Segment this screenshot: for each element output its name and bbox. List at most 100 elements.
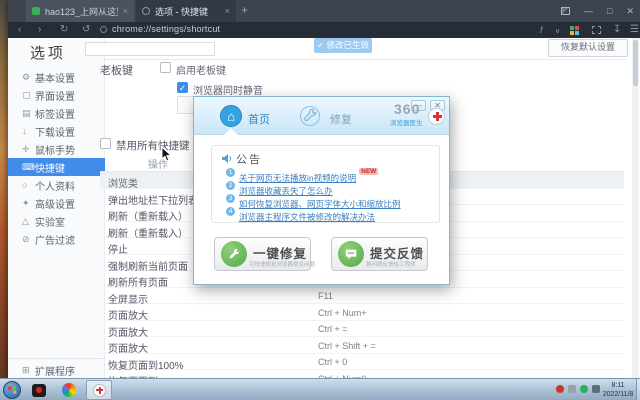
- sidebar-item-mouse-gestures[interactable]: ✛ 鼠标手势: [8, 140, 105, 158]
- tray-volume-icon[interactable]: [592, 385, 600, 393]
- disable-all-shortcuts-label[interactable]: 禁用所有快捷键: [116, 138, 190, 153]
- mouse-cursor: [161, 146, 173, 162]
- announcement-number-badge: 2: [226, 181, 235, 190]
- mute-browser-checkbox[interactable]: ✓: [177, 82, 188, 93]
- color-wheel-icon: [62, 383, 76, 397]
- sidebar-item-lab[interactable]: △ 实验室: [8, 212, 105, 230]
- profile-icon: ○: [22, 180, 28, 190]
- caret-down-icon[interactable]: ∨: [555, 25, 560, 39]
- submit-feedback-button[interactable]: 提交反馈 将问题反馈给工程师: [331, 237, 428, 271]
- tab-hao123[interactable]: hao123_上网从这里开始 ×: [26, 0, 134, 22]
- red-cross-icon: [428, 108, 445, 125]
- sidebar-item-basic-settings[interactable]: ⚙ 基本设置: [8, 68, 105, 86]
- start-button[interactable]: [3, 381, 21, 399]
- mute-browser-label[interactable]: 浏览器同时静音: [193, 82, 263, 97]
- taskbar-app-browser[interactable]: [56, 380, 82, 400]
- hao123-favicon-icon: [32, 7, 40, 15]
- settings-sidebar: 选项 ⚙ 基本设置 ▢ 界面设置 ▤ 标签设置 ↓ 下载设置 ✛ 鼠标手势 ⌨ 快捷键 ○ 个人资料 ✦ 高级…: [8, 38, 105, 378]
- sidebar-item-shortcut-keys[interactable]: ⌨ 快捷键: [8, 158, 105, 176]
- dialog-tab-repair[interactable]: 修复: [330, 111, 352, 127]
- sidebar-item-tab-settings[interactable]: ▤ 标签设置: [8, 104, 105, 122]
- browser-window: hao123_上网从这里开始 × 选项 - 快捷键 × + — □ ✕ ‹ › …: [8, 0, 640, 378]
- taskbar-clock[interactable]: 8:11 2022/11/8: [600, 381, 636, 399]
- sidebar-item-profile[interactable]: ○ 个人资料: [8, 176, 105, 194]
- sidebar-item-label: 个人资料: [35, 181, 75, 193]
- refresh-icon[interactable]: ↻: [60, 23, 68, 37]
- forward-icon[interactable]: ›: [38, 23, 41, 37]
- skin-icon[interactable]: [561, 7, 571, 15]
- windows-flag-icon: [7, 385, 17, 395]
- url-text[interactable]: chrome://settings/shortcut: [112, 24, 220, 34]
- window-close-button[interactable]: ✕: [626, 6, 634, 17]
- sidebar-item-label: 广告过滤: [35, 235, 75, 247]
- window-maximize-button[interactable]: □: [607, 6, 612, 16]
- enable-boss-key-label[interactable]: 启用老板键: [176, 62, 226, 77]
- tab-options-shortcut[interactable]: 选项 - 快捷键 ×: [136, 0, 236, 22]
- window-minimize-button[interactable]: —: [584, 6, 593, 16]
- download-icon[interactable]: ↧: [613, 23, 621, 37]
- system-tray[interactable]: [556, 385, 600, 393]
- page-title: 选项: [30, 45, 67, 62]
- tray-folder-icon[interactable]: [568, 385, 576, 393]
- scrollbar-thumb[interactable]: [633, 40, 638, 86]
- sidebar-item-advanced-settings[interactable]: ✦ 高级设置: [8, 194, 105, 212]
- table-row[interactable]: 页面放大 Ctrl + Num+: [100, 304, 624, 322]
- announcement-item[interactable]: 4 浏览器主程序文件被修改的解决办法: [226, 207, 375, 222]
- settings-search-input[interactable]: [85, 42, 215, 56]
- page-scrollbar[interactable]: [632, 38, 639, 378]
- restore-session-icon[interactable]: ↺: [82, 23, 90, 37]
- one-click-repair-button[interactable]: 一键修复 可快速修复浏览器常见问题: [214, 237, 315, 271]
- table-row[interactable]: 全屏显示 F11: [100, 288, 624, 306]
- tab-settings-icon: ▤: [22, 107, 31, 118]
- basic-settings-icon: ⚙: [22, 71, 31, 82]
- tray-360-icon[interactable]: [556, 385, 564, 393]
- dialog-tab-home[interactable]: 首页: [248, 111, 270, 127]
- table-row[interactable]: 恢复页面到100%Ctrl + Num0: [100, 370, 624, 379]
- recorder-icon: [32, 383, 46, 397]
- menu-icon[interactable]: ☰: [630, 23, 639, 37]
- taskbar: 8:11 2022/11/8: [0, 378, 640, 400]
- sidebar-item-interface-settings[interactable]: ▢ 界面设置: [8, 86, 105, 104]
- table-row[interactable]: 页面放大 Ctrl + Shift + =: [100, 337, 624, 355]
- show-desktop-button[interactable]: [636, 379, 640, 400]
- tab-title: hao123_上网从这里开始: [45, 6, 118, 17]
- back-icon[interactable]: ‹: [18, 23, 21, 37]
- sidebar-item-label: 实验室: [35, 217, 65, 229]
- disable-all-shortcuts-checkbox[interactable]: [100, 138, 111, 149]
- extensions-icon[interactable]: [570, 26, 579, 35]
- taskbar-app-recorder[interactable]: [26, 380, 52, 400]
- sidebar-item-extensions[interactable]: ⊞ 扩展程序: [8, 361, 105, 378]
- table-row[interactable]: 页面放大 Ctrl + =: [100, 321, 624, 339]
- shortcut-keys-icon: ⌨: [22, 161, 35, 172]
- sidebar-item-download-settings[interactable]: ↓ 下载设置: [8, 122, 105, 140]
- tab-close-icon[interactable]: ×: [225, 6, 230, 16]
- announcement-item[interactable]: 2浏览器收藏丢失了怎么办: [226, 181, 333, 196]
- wrench-icon[interactable]: [300, 106, 320, 126]
- shortcut-value: Ctrl + Shift + =: [318, 340, 376, 351]
- screenshot-icon[interactable]: [592, 26, 601, 34]
- feedback-bubble-icon: [338, 241, 364, 267]
- tab-close-icon[interactable]: ×: [123, 6, 128, 16]
- table-row[interactable]: 恢复页面到100% Ctrl + 0: [100, 354, 624, 372]
- announcement-item[interactable]: 1关于网页无法播放in视频的说明NEW: [226, 168, 379, 183]
- mouse-gestures-icon: ✛: [22, 143, 30, 154]
- announcement-item[interactable]: 3如何恢复浏览器、网页字体大小和缩放比例: [226, 194, 401, 209]
- taskbar-app-doctor[interactable]: [86, 380, 112, 400]
- sidebar-item-label: 快捷键: [35, 163, 65, 175]
- home-icon[interactable]: ⌂: [220, 105, 242, 127]
- sidebar-item-label: 高级设置: [35, 199, 75, 211]
- tray-shield-icon[interactable]: [580, 385, 588, 393]
- account-f-icon[interactable]: f: [540, 23, 543, 37]
- page-icon: [100, 26, 107, 33]
- lab-icon: △: [22, 215, 29, 226]
- new-tab-button[interactable]: +: [241, 3, 248, 17]
- announcement-link[interactable]: 浏览器主程序文件被修改的解决办法: [239, 212, 375, 222]
- sidebar-item-ad-filter[interactable]: ⊘ 广告过滤: [8, 230, 105, 248]
- restore-defaults-button[interactable]: 恢复默认设置: [548, 39, 628, 57]
- announcement-number-badge: 3: [226, 194, 235, 203]
- brand-subtitle: 浏览器医生: [390, 120, 423, 127]
- enable-boss-key-checkbox[interactable]: [160, 62, 171, 73]
- tab-bar: hao123_上网从这里开始 × 选项 - 快捷键 × + — □ ✕: [8, 0, 640, 22]
- repair-wrench-icon: [221, 241, 247, 267]
- announcement-title: 公告: [236, 154, 262, 166]
